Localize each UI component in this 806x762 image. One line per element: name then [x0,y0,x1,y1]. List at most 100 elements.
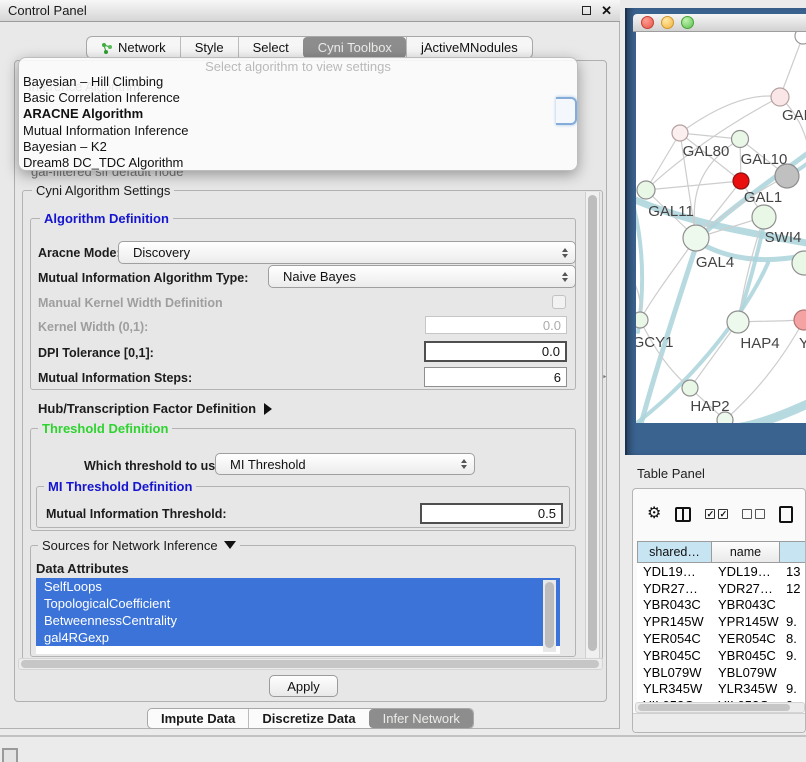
network-node-gal[interactable] [771,88,789,106]
column-header[interactable]: A [780,541,806,563]
network-node-gal1[interactable] [733,173,749,189]
node-label: HAP4 [740,335,779,352]
attribute-list-item[interactable]: BetweennessCentrality [36,612,560,629]
table-cell: 12 [780,581,806,596]
columns-icon[interactable] [675,507,691,522]
mi-type-combobox[interactable]: Naive Bayes [268,265,576,288]
table-row[interactable]: YDL19…YDL19…13 [637,563,806,580]
algorithm-option[interactable]: Bayesian – K2 [19,139,577,155]
mac-close-icon[interactable] [641,16,654,29]
attributes-scrollbar[interactable] [543,580,556,652]
network-node[interactable] [752,205,776,229]
mi-type-value: Naive Bayes [269,269,559,284]
table-row[interactable]: YER054CYER054C8. [637,630,806,647]
network-edge[interactable] [646,133,680,190]
stepper-arrows-icon [559,248,575,258]
network-node-gal4[interactable] [683,225,709,251]
table-horizontal-scrollbar[interactable] [635,702,805,713]
dropdown-placeholder: Select algorithm to view settings [19,59,577,74]
aracne-mode-combobox[interactable]: Discovery [118,241,576,264]
algorithm-option[interactable]: Bayesian – Hill Climbing [19,74,577,90]
mi-steps-field[interactable]: 6 [424,367,567,387]
network-node-gal11[interactable] [637,181,655,199]
select-all-checkboxes-icon[interactable]: ✓✓ [705,509,728,519]
network-edge[interactable] [640,320,690,388]
mac-minimize-icon[interactable] [661,16,674,29]
algorithm-option-list: Bayesian – Hill ClimbingBasic Correlatio… [19,74,577,171]
algorithm-option[interactable]: Mutual Information Inference [19,123,577,139]
network-edge[interactable] [646,181,741,190]
mi-threshold-field[interactable]: 0.5 [420,503,563,524]
tab-discretize-data[interactable]: Discretize Data [248,709,368,728]
attribute-list-item[interactable]: TopologicalCoefficient [36,595,560,612]
node-label: GAL4 [696,254,734,271]
algorithm-option[interactable]: Basic Correlation Inference [19,90,577,106]
network-edge[interactable] [736,402,806,423]
threshold-definition-title: Threshold Definition [38,422,172,435]
tab-network[interactable]: Network [87,37,180,58]
tab-style[interactable]: Style [180,37,238,58]
network-node-y[interactable] [794,310,806,330]
tab-impute-data[interactable]: Impute Data [148,709,248,728]
network-node-swi4[interactable] [792,251,806,275]
manual-kernel-checkbox[interactable] [552,295,566,309]
algorithm-combobox-edge[interactable] [556,97,577,125]
table-row[interactable]: YBR045CYBR045C9. [637,647,806,664]
scrollbar-thumb[interactable] [545,582,554,648]
sources-toggle[interactable]: Sources for Network Inference [38,539,240,552]
network-node-hap4[interactable] [727,311,749,333]
table-row[interactable]: YBL079WYBL079W [637,664,806,681]
deselect-all-checkboxes-icon[interactable]: ✓✓ [742,509,765,519]
network-edge[interactable] [780,36,803,97]
network-node[interactable] [795,32,806,44]
tab-jactivemnodules[interactable]: jActiveMNodules [406,37,532,58]
scrollbar-thumb[interactable] [638,704,790,711]
apply-button[interactable]: Apply [269,675,338,697]
algorithm-option[interactable]: ARACNE Algorithm [19,106,577,122]
algorithm-option[interactable]: Dream8 DC_TDC Algorithm [19,155,577,171]
attribute-list-item[interactable]: SelfLoops [36,578,560,595]
attribute-list-item[interactable]: gal4RGexp [36,629,560,646]
table-cell: 9. [780,681,806,696]
hub-definition-toggle[interactable]: Hub/Transcription Factor Definition [38,401,272,416]
network-edge[interactable] [680,96,780,133]
bottom-left-mini-icon[interactable] [2,748,18,762]
network-node-gcy1[interactable] [636,312,648,328]
algorithm-definition-title: Algorithm Definition [40,212,173,225]
dpi-tolerance-field[interactable]: 0.0 [424,341,567,362]
network-node[interactable] [775,164,799,188]
column-header[interactable]: name [712,541,780,563]
close-icon[interactable]: ✕ [601,4,612,17]
node-table: shared…nameA YDL19…YDL19…13YDR27…YDR27…1… [637,541,806,714]
mac-zoom-icon[interactable] [681,16,694,29]
table-panel-footer [633,713,805,733]
tab-cyni-toolbox[interactable]: Cyni Toolbox [303,37,406,58]
network-node[interactable] [717,412,733,423]
which-threshold-value: MI Threshold [216,457,458,472]
settings-vertical-scrollbar[interactable] [585,192,600,658]
scrollbar-thumb[interactable] [21,660,599,668]
settings-group-title: Cyni Algorithm Settings [32,184,174,197]
which-threshold-combobox[interactable]: MI Threshold [215,453,475,475]
collapse-down-icon [224,541,236,549]
network-node-hap2[interactable] [682,380,698,396]
table-row[interactable]: YPR145WYPR145W9. [637,613,806,630]
tab-select[interactable]: Select [238,37,303,58]
network-node-gal80[interactable] [672,125,688,141]
float-window-icon[interactable] [582,6,591,15]
network-edge[interactable] [690,322,738,388]
kernel-width-field[interactable]: 0.0 [425,316,567,334]
new-table-icon[interactable] [779,506,793,523]
column-header[interactable]: shared… [637,541,712,563]
table-row[interactable]: YLR345WYLR345W9. [637,681,806,698]
splitpane-handle[interactable]: ‣ [602,372,607,383]
gear-icon[interactable]: ⚙ [647,506,661,522]
network-node-gal10[interactable] [732,131,749,148]
scrollbar-thumb[interactable] [588,195,597,651]
network-window-titlebar[interactable] [633,14,806,32]
network-canvas[interactable]: GALGAL80GAL10GAL1GAL11GAL4SWI4GCY1HAP4YH… [636,32,806,423]
tab-infer-network[interactable]: Infer Network [369,709,473,728]
table-row[interactable]: YBR043CYBR043C [637,597,806,614]
table-row[interactable]: YDR27…YDR27…12 [637,580,806,597]
settings-horizontal-scrollbar[interactable] [18,658,603,670]
